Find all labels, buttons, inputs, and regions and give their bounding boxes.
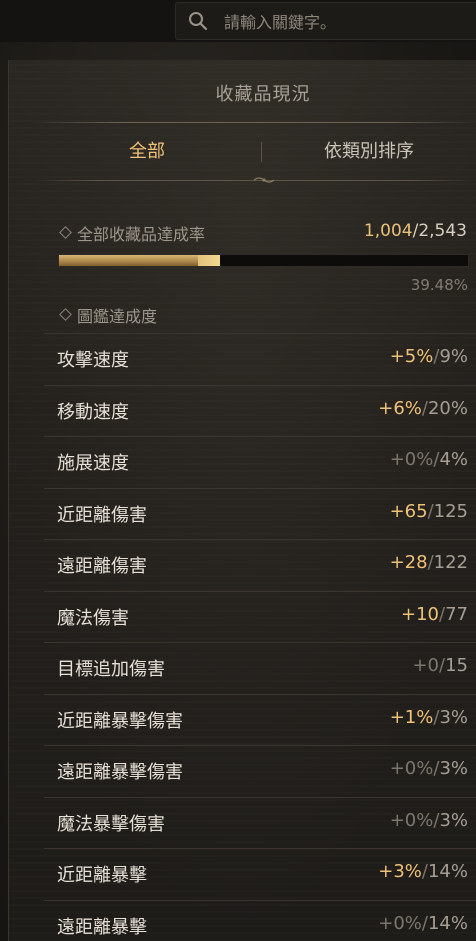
tab-bar: 全部 依類別排序 bbox=[32, 126, 476, 178]
stat-name: 魔法傷害 bbox=[57, 607, 129, 629]
stat-bonus: +0 bbox=[412, 655, 440, 676]
panel-title: 收藏品現況 bbox=[215, 84, 311, 105]
stat-value: +0%/3% bbox=[390, 758, 468, 779]
search-input[interactable] bbox=[222, 9, 466, 35]
stat-max: 15 bbox=[445, 655, 468, 676]
stat-bonus: +0% bbox=[378, 912, 422, 934]
search-icon bbox=[189, 12, 208, 31]
stat-max: 14% bbox=[427, 912, 468, 934]
codex-stat-row[interactable]: 近距離暴擊 +3%/14% bbox=[44, 848, 476, 900]
stat-max: 9% bbox=[439, 346, 468, 367]
codex-label: 圖鑑達成度 bbox=[77, 307, 158, 326]
stat-value: +3%/14% bbox=[378, 861, 468, 882]
achievement-label: 全部收藏品達成率 bbox=[77, 225, 206, 244]
stat-max: 3% bbox=[439, 706, 468, 728]
stat-max: 122 bbox=[433, 552, 468, 573]
codex-stat-row[interactable]: 近距離暴擊傷害 +1%/3% bbox=[44, 693, 476, 746]
top-bar bbox=[0, 0, 476, 42]
stat-bonus: +1% bbox=[389, 706, 434, 728]
stat-name: 目標追加傷害 bbox=[57, 659, 165, 680]
codex-stat-row[interactable]: 遠距離暴擊傷害 +0%/3% bbox=[44, 745, 476, 797]
achievement-count: 1,004/2,543 bbox=[364, 221, 467, 241]
stat-bonus: +65 bbox=[389, 500, 428, 522]
codex-stat-row[interactable]: 魔法暴擊傷害 +0%/3% bbox=[44, 796, 476, 849]
stat-bonus: +28 bbox=[389, 552, 428, 573]
achievement-progress-fill bbox=[59, 255, 221, 266]
stat-name: 遠距離暴擊 bbox=[57, 916, 147, 938]
stat-bonus: +10 bbox=[401, 603, 440, 625]
stat-max: 125 bbox=[433, 500, 468, 522]
stat-value: +6%/20% bbox=[378, 398, 468, 419]
stat-bonus: +0% bbox=[389, 449, 434, 470]
stat-bonus: +0% bbox=[389, 809, 434, 831]
title-divider bbox=[32, 122, 476, 123]
stat-value: +28/122 bbox=[390, 552, 468, 573]
stat-max: 3% bbox=[439, 809, 468, 831]
stat-name: 近距離傷害 bbox=[57, 504, 147, 526]
stat-name: 移動速度 bbox=[57, 401, 129, 423]
stat-bonus: +0% bbox=[389, 758, 434, 779]
codex-stat-row[interactable]: 遠距離暴擊 +0%/14% bbox=[44, 899, 476, 941]
achievement-current: 1,004 bbox=[363, 221, 413, 241]
codex-stat-row[interactable]: 遠距離傷害 +28/122 bbox=[44, 539, 476, 591]
codex-stat-row[interactable]: 攻擊速度 +5%/9% bbox=[44, 333, 476, 385]
achievement-total: 2,543 bbox=[418, 221, 467, 241]
stat-name: 攻擊速度 bbox=[57, 350, 129, 371]
stat-name: 魔法暴擊傷害 bbox=[57, 813, 165, 835]
codex-stat-list: 攻擊速度 +5%/9% 移動速度 +6%/20% 施展速度 +0%/4% 近距離傷害 +65/… bbox=[44, 333, 476, 941]
stat-bonus: +3% bbox=[378, 861, 422, 882]
codex-stat-row[interactable]: 施展速度 +0%/4% bbox=[44, 436, 476, 488]
collection-window: 收藏品現況 全部 依類別排序 全部收藏品達成率 1,004/2,543 39.4… bbox=[0, 0, 476, 941]
stat-name: 近距離暴擊傷害 bbox=[57, 710, 183, 732]
stat-value: +10/77 bbox=[401, 604, 468, 625]
stat-max: 4% bbox=[439, 449, 468, 470]
stat-name: 施展速度 bbox=[57, 453, 129, 474]
codex-stat-row[interactable]: 移動速度 +6%/20% bbox=[44, 384, 476, 437]
stat-value: +0%/14% bbox=[378, 913, 468, 934]
stat-max: 77 bbox=[445, 603, 468, 625]
stat-max: 3% bbox=[439, 758, 468, 779]
stat-value: +1%/3% bbox=[390, 707, 468, 728]
stat-bonus: +6% bbox=[378, 397, 422, 419]
stat-bonus: +5% bbox=[389, 346, 434, 367]
stat-value: +65/125 bbox=[390, 501, 468, 522]
stat-name: 遠距離暴擊傷害 bbox=[57, 762, 183, 783]
achievement-progress-bar bbox=[58, 254, 469, 267]
stat-name: 近距離暴擊 bbox=[57, 865, 147, 886]
ornament-icon bbox=[253, 177, 275, 183]
codex-stat-row[interactable]: 魔法傷害 +10/77 bbox=[44, 590, 476, 643]
stat-max: 20% bbox=[427, 397, 468, 419]
tab-sort-by-category[interactable]: 依類別排序 bbox=[262, 126, 476, 178]
achievement-percent: 39.48% bbox=[410, 276, 468, 294]
tab-all[interactable]: 全部 bbox=[32, 126, 262, 178]
stat-value: +0/15 bbox=[412, 655, 468, 676]
stat-max: 14% bbox=[427, 861, 468, 882]
stat-name: 遠距離傷害 bbox=[57, 556, 147, 577]
codex-stat-row[interactable]: 目標追加傷害 +0/15 bbox=[44, 642, 476, 694]
stat-value: +0%/4% bbox=[390, 449, 468, 470]
stat-value: +0%/3% bbox=[390, 810, 468, 831]
stat-value: +5%/9% bbox=[390, 346, 468, 367]
search-box[interactable] bbox=[175, 2, 476, 40]
codex-stat-row[interactable]: 近距離傷害 +65/125 bbox=[44, 487, 476, 540]
